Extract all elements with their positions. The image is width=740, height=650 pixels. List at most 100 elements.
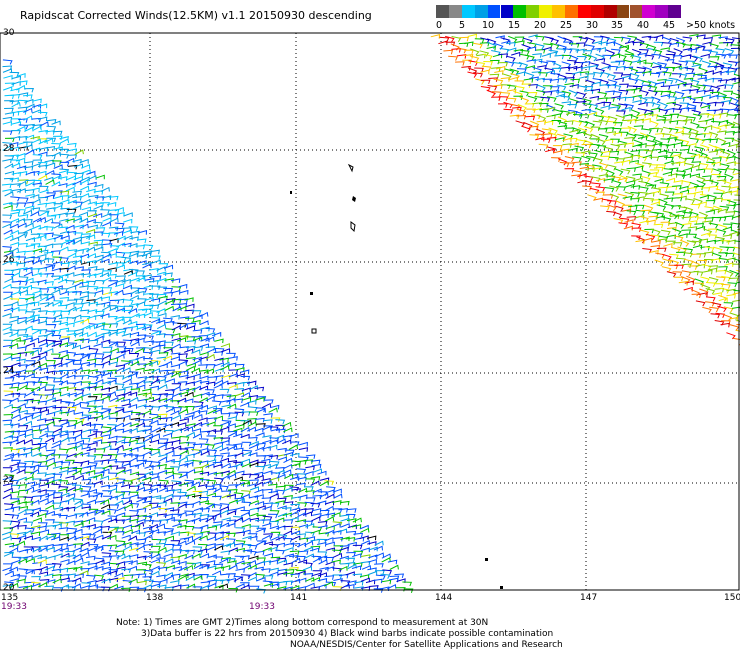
wind-barb <box>143 543 153 548</box>
wind-barb <box>66 285 77 290</box>
wind-barb <box>32 561 42 567</box>
wind-barb <box>74 281 84 287</box>
wind-barb <box>80 241 90 246</box>
wind-barb <box>701 60 712 68</box>
wind-barb <box>403 588 414 593</box>
wind-barbs <box>1 33 740 594</box>
wind-barb <box>528 34 538 39</box>
wind-barb <box>255 417 265 423</box>
wind-barb <box>333 493 343 499</box>
island-outline <box>347 163 354 173</box>
wind-barb <box>493 84 503 90</box>
wind-barb <box>556 48 567 54</box>
wind-barb <box>221 490 232 495</box>
wind-barb <box>64 343 75 348</box>
wind-barb <box>639 186 649 193</box>
wind-barb <box>184 348 194 354</box>
wind-barb <box>95 324 105 330</box>
wind-barb <box>645 145 656 150</box>
wind-barb <box>44 585 55 591</box>
wind-barb <box>212 495 222 501</box>
wind-barb <box>164 393 174 399</box>
wind-barb <box>690 288 701 297</box>
wind-barb <box>185 575 195 582</box>
wind-barb <box>557 78 568 84</box>
wind-barb <box>506 42 516 47</box>
wind-barb <box>65 409 75 415</box>
wind-barb <box>9 154 19 160</box>
wind-barb <box>22 420 33 426</box>
wind-barb <box>597 128 608 133</box>
wind-barb <box>628 205 638 210</box>
wind-barb <box>582 132 593 140</box>
wind-barb <box>67 154 78 159</box>
wind-barb <box>16 256 27 261</box>
wind-barb <box>102 253 112 259</box>
wind-barb <box>525 115 536 121</box>
wind-barb <box>52 399 62 404</box>
wind-barb <box>248 436 258 442</box>
wind-barb <box>657 149 668 155</box>
wind-barb <box>703 37 713 42</box>
wind-barb <box>248 411 259 416</box>
wind-barb <box>647 47 657 54</box>
wind-barb <box>38 375 49 381</box>
wind-barb <box>177 560 187 566</box>
wind-barb <box>632 173 642 179</box>
wind-barb <box>263 399 274 404</box>
wind-barb <box>23 439 33 445</box>
wind-barb <box>156 574 166 580</box>
wind-barb <box>156 562 167 568</box>
wind-barb <box>85 246 96 252</box>
wind-barb <box>609 106 619 111</box>
wind-barb <box>667 95 678 102</box>
wind-barb <box>109 448 120 454</box>
wind-barb <box>673 193 683 198</box>
wind-barb <box>18 424 29 430</box>
wind-barb <box>193 533 204 538</box>
wind-barb <box>170 356 181 361</box>
wind-barb <box>86 455 97 461</box>
wind-barb <box>32 366 42 372</box>
wind-barb <box>46 310 56 316</box>
wind-barb <box>316 500 327 506</box>
wind-barb <box>630 185 641 190</box>
wind-barb <box>199 375 209 381</box>
wind-barb <box>701 94 711 100</box>
wind-barb <box>338 508 349 513</box>
wind-barb <box>248 452 258 457</box>
wind-barb <box>39 483 50 489</box>
wind-barb <box>4 234 14 240</box>
wind-barb <box>721 142 731 147</box>
lon-label-147: 147 <box>580 593 598 603</box>
wind-barb <box>662 42 672 48</box>
wind-barb <box>611 48 621 54</box>
wind-barb <box>32 154 43 160</box>
wind-barb <box>302 565 313 571</box>
wind-barb <box>681 173 692 178</box>
wind-barb <box>679 139 690 146</box>
wind-barb <box>136 532 146 537</box>
wind-barb <box>72 433 83 439</box>
wind-barb <box>162 432 173 438</box>
wind-barb <box>686 192 697 198</box>
wind-barb <box>115 211 125 217</box>
wind-barb <box>102 454 113 460</box>
wind-barb <box>627 125 638 134</box>
wind-barb <box>37 362 48 368</box>
wind-barb <box>102 545 113 550</box>
wind-barb <box>305 478 316 483</box>
wind-barb <box>678 66 689 71</box>
wind-barb <box>200 581 211 586</box>
wind-barb <box>3 339 14 345</box>
wind-barb <box>135 367 145 373</box>
wind-barb <box>23 414 33 420</box>
wind-barb <box>718 297 728 303</box>
wind-barb <box>443 49 454 55</box>
wind-barb <box>101 221 112 227</box>
wind-barb <box>25 103 35 109</box>
wind-barb <box>240 375 251 381</box>
wind-barb <box>601 65 611 71</box>
wind-barb <box>459 36 469 42</box>
wind-barb <box>219 446 229 452</box>
